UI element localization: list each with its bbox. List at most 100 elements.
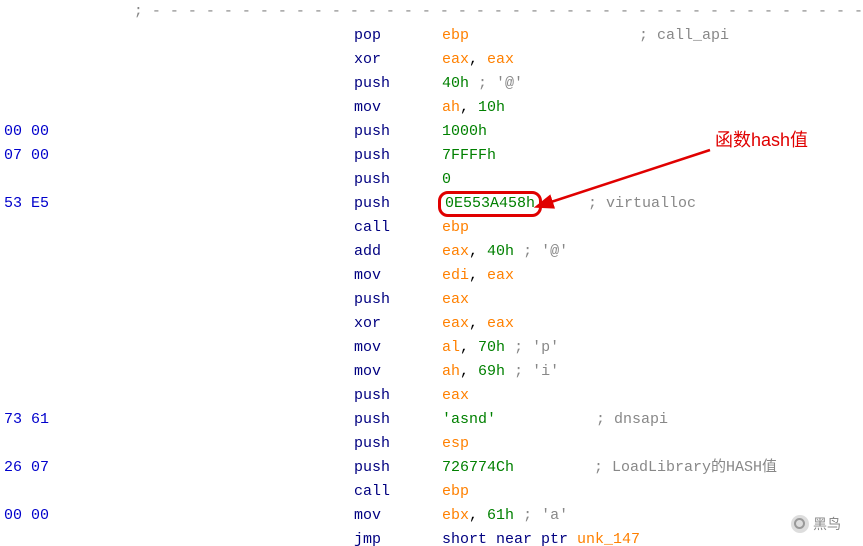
asm-row: jmpshort near ptr unk_147 [0,528,863,546]
operands: eax, eax [442,312,514,336]
opcode: push [354,72,442,96]
opcode: mov [354,96,442,120]
asm-row: callebp [0,216,863,240]
operands: eax, eax [442,48,514,72]
operands: 7FFFFh [442,144,496,168]
pad-cell [184,408,354,432]
pad-cell [184,336,354,360]
pad-cell [184,168,354,192]
hex-cell: 00 00 [0,120,184,144]
asm-row: moval, 70h ; 'p' [0,336,863,360]
opcode: jmp [354,528,442,546]
operands: ah, 69h ; 'i' [442,360,559,384]
asm-row: addeax, 40h ; '@' [0,240,863,264]
opcode: mov [354,504,442,528]
watermark-text: 黑鸟 [813,512,841,536]
hash-value-highlight: 0E553A458h [438,191,542,217]
asm-row: push40h ; '@' [0,72,863,96]
pad-cell [184,528,354,546]
operands: al, 70h ; 'p' [442,336,559,360]
opcode: push [354,384,442,408]
hex-cell: 07 00 [0,144,184,168]
opcode: add [354,240,442,264]
hex-cell [0,312,184,336]
asm-row: pusheax [0,288,863,312]
operands: ebx, 61h ; 'a' [442,504,568,528]
hex-cell [0,264,184,288]
pad-cell [184,24,354,48]
hex-cell [0,336,184,360]
operands: ebp [442,480,469,504]
operands: ebp [442,216,469,240]
opcode: call [354,480,442,504]
asm-comment: ; call_api [469,24,729,48]
hex-cell [0,288,184,312]
pad-cell [184,216,354,240]
opcode: mov [354,336,442,360]
opcode: push [354,432,442,456]
pad-cell [184,360,354,384]
wechat-icon [791,515,809,533]
operands: eax, 40h ; '@' [442,240,568,264]
asm-row: callebp [0,480,863,504]
watermark: 黑鸟 [791,512,841,536]
asm-row: movedi, eax [0,264,863,288]
hex-cell: 00 00 [0,504,184,528]
pad-cell [184,480,354,504]
hex-cell [0,216,184,240]
operands: 726774Ch [442,456,514,480]
pad-cell [184,504,354,528]
operands: esp [442,432,469,456]
pad-cell [184,48,354,72]
operands: 40h ; '@' [442,72,523,96]
operands: eax [442,288,469,312]
asm-row: xoreax, eax [0,48,863,72]
opcode: xor [354,48,442,72]
opcode: xor [354,312,442,336]
operands: ebp [442,24,469,48]
separator-text: ; - - - - - - - - - - - - - - - - - - - … [134,0,863,24]
pad-cell [184,264,354,288]
hex-cell [0,360,184,384]
operands: edi, eax [442,264,514,288]
opcode: push [354,192,442,216]
pad-cell [184,384,354,408]
pad-cell [184,456,354,480]
pad-cell [184,120,354,144]
opcode: push [354,168,442,192]
operands: 0E553A458h [442,192,538,216]
opcode: pop [354,24,442,48]
hex-cell: 26 07 [0,456,184,480]
asm-row: 26 07 push726774Ch; LoadLibrary的HASH值 [0,456,863,480]
hex-cell [0,384,184,408]
hex-cell: 73 61 [0,408,184,432]
pad-cell [184,144,354,168]
asm-row: pusheax [0,384,863,408]
hex-cell [0,240,184,264]
pad-cell [184,192,354,216]
opcode: mov [354,264,442,288]
operands: short near ptr unk_147 [442,528,640,546]
asm-row: 53 E5push0E553A458h; virtualloc [0,192,863,216]
opcode: call [354,216,442,240]
operands: 1000h [442,120,487,144]
hex-cell [0,432,184,456]
asm-row: movah, 10h [0,96,863,120]
pad-cell [184,312,354,336]
opcode: mov [354,360,442,384]
opcode: push [354,456,442,480]
pad-cell [184,72,354,96]
hex-cell [0,480,184,504]
operands: eax [442,384,469,408]
hex-cell [0,24,184,48]
asm-comment: ; dnsapi [496,408,668,432]
hex-cell: 53 E5 [0,192,184,216]
separator-row: ; - - - - - - - - - - - - - - - - - - - … [0,0,863,24]
opcode: push [354,408,442,432]
opcode: push [354,120,442,144]
asm-comment: ; LoadLibrary的HASH值 [514,456,777,480]
pad-cell [184,240,354,264]
operands: 0 [442,168,451,192]
operands: ah, 10h [442,96,505,120]
hex-cell [0,96,184,120]
